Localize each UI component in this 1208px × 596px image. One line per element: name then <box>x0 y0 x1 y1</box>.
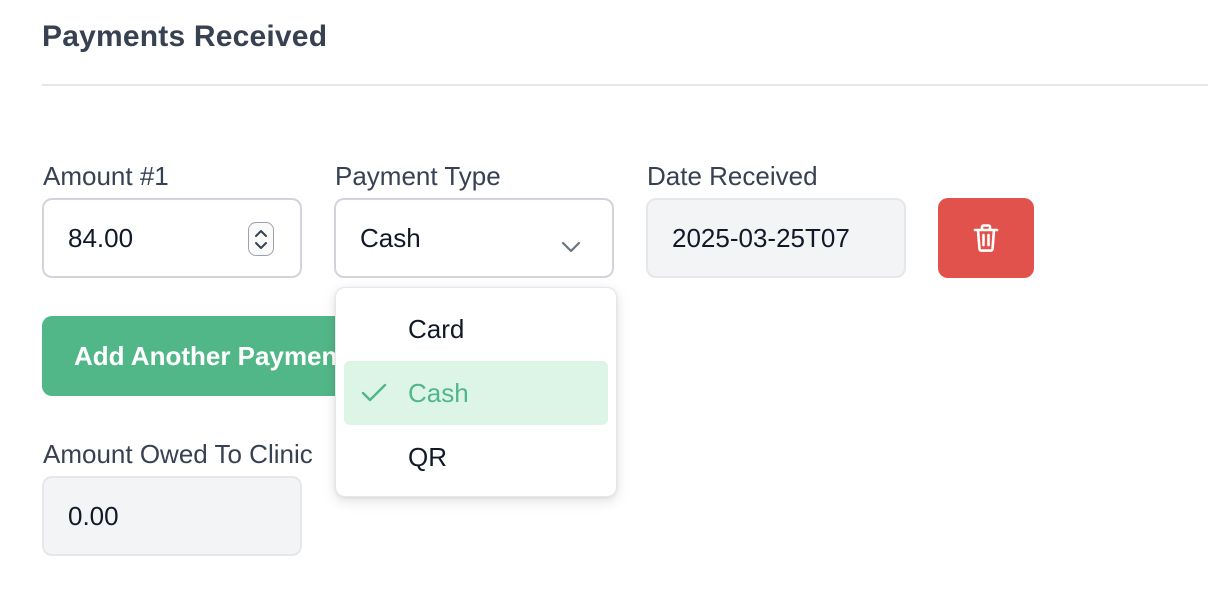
section-title: Payments Received <box>42 20 328 53</box>
date-received-value: 2025-03-25T07 <box>672 222 850 253</box>
amount-input[interactable]: 84.00 <box>42 198 302 278</box>
section-divider <box>42 84 1208 86</box>
trash-icon <box>973 224 999 252</box>
payment-type-label: Payment Type <box>335 161 501 191</box>
option-label: QR <box>408 441 447 472</box>
stepper-down-icon[interactable] <box>254 241 268 250</box>
payment-type-value: Cash <box>360 222 421 253</box>
date-received-label: Date Received <box>647 161 818 191</box>
amount-owed-input[interactable]: 0.00 <box>42 476 302 556</box>
number-stepper-icon[interactable] <box>248 222 274 256</box>
delete-payment-button[interactable] <box>938 198 1034 278</box>
chevron-down-icon <box>560 230 582 261</box>
check-icon <box>360 380 388 411</box>
payment-type-dropdown: Card Cash QR <box>335 287 617 497</box>
amount-owed-label: Amount Owed To Clinic <box>43 439 313 469</box>
date-received-input[interactable]: 2025-03-25T07 <box>646 198 906 278</box>
option-cash[interactable]: Cash <box>344 361 608 425</box>
amount-owed-value: 0.00 <box>68 500 119 531</box>
add-another-payment-button[interactable]: Add Another Payment <box>42 316 362 396</box>
amount-value: 84.00 <box>68 222 134 253</box>
option-label: Card <box>408 313 465 344</box>
option-qr[interactable]: QR <box>344 425 608 489</box>
payment-type-select[interactable]: Cash <box>334 198 614 278</box>
option-label: Cash <box>408 377 469 408</box>
stepper-up-icon[interactable] <box>254 229 268 238</box>
option-card[interactable]: Card <box>344 297 608 361</box>
payments-page: Payments Received Amount #1 84.00 Paymen… <box>0 0 1208 596</box>
amount-label: Amount #1 <box>43 161 169 191</box>
